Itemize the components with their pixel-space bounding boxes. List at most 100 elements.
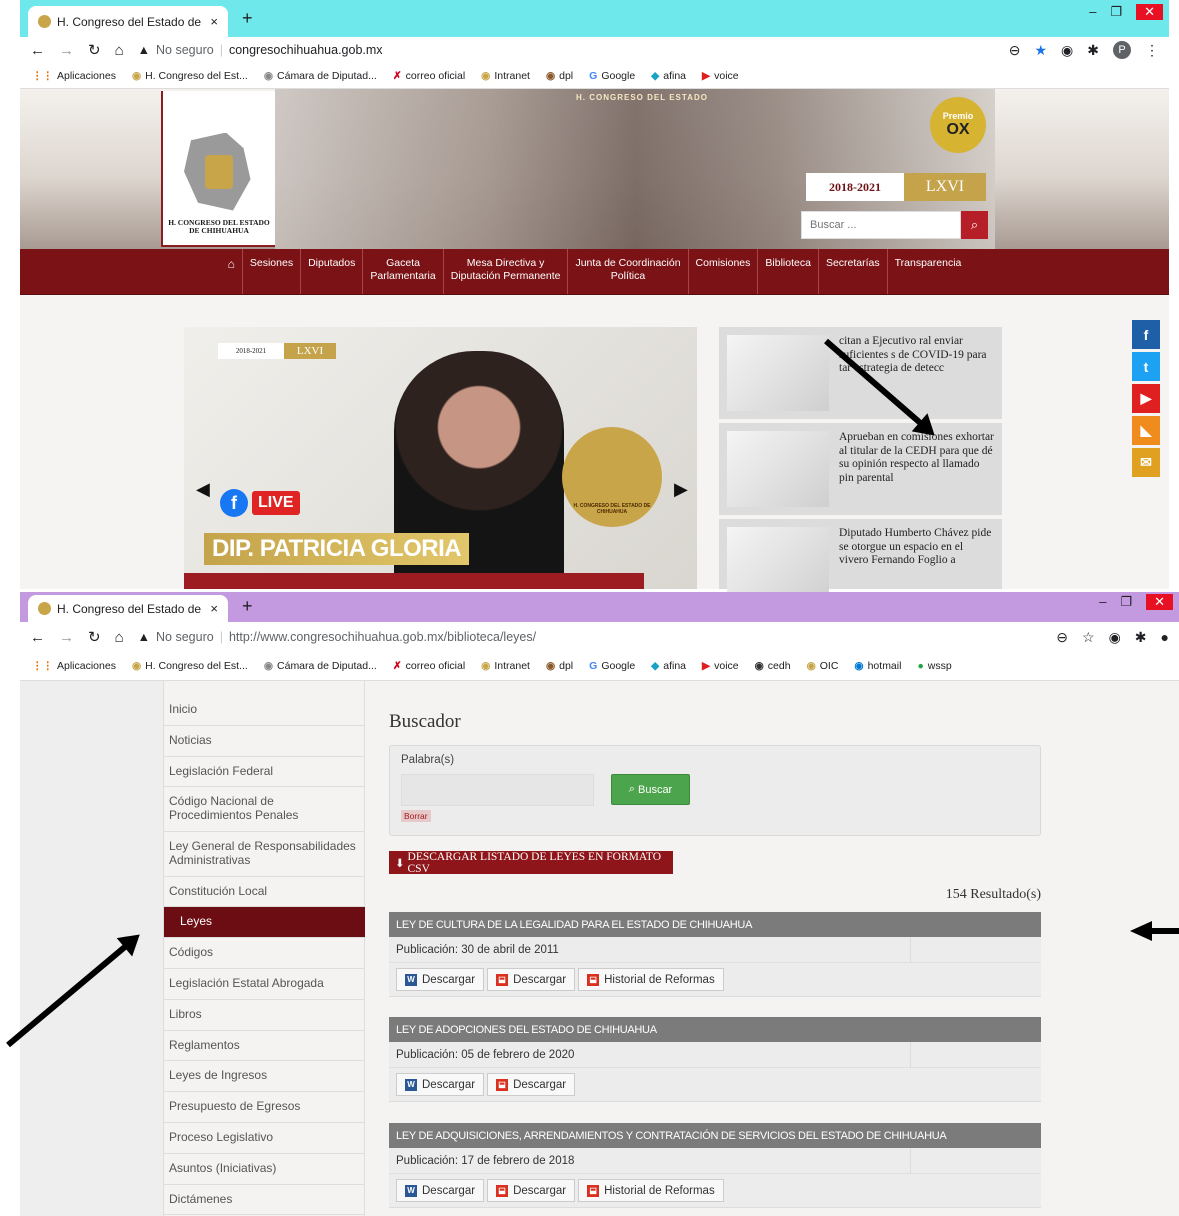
browser-tab[interactable]: H. Congreso del Estado de Chihu ×: [28, 595, 228, 622]
bookmark-item[interactable]: ◉ hotmail: [854, 660, 901, 672]
restore-icon[interactable]: ❐: [1110, 4, 1122, 20]
premio-ox-badge[interactable]: Premio OX: [930, 97, 986, 153]
bookmark-item[interactable]: ◉ Intranet: [481, 660, 530, 672]
facebook-icon[interactable]: f: [1132, 320, 1160, 349]
historial-reformas-button[interactable]: ⬓ Historial de Reformas: [578, 968, 724, 991]
tab-close-icon[interactable]: ×: [210, 14, 218, 29]
sidebar-item[interactable]: Noticias: [164, 726, 364, 757]
address-bar[interactable]: ▲ No seguro | congresochihuahua.gob.mx: [138, 43, 995, 57]
back-icon[interactable]: ←: [30, 42, 45, 59]
download-pdf-button[interactable]: ⬓ Descargar: [487, 968, 576, 991]
zoom-icon[interactable]: ⊖: [1056, 629, 1068, 646]
congress-logo[interactable]: H. CONGRESO DEL ESTADO DE CHIHUAHUA: [161, 91, 275, 247]
new-tab-button[interactable]: +: [242, 8, 253, 29]
borrar-button[interactable]: Borrar: [401, 810, 431, 822]
sidebar-item[interactable]: Reglamentos: [164, 1031, 364, 1062]
reload-icon[interactable]: ↻: [88, 41, 101, 59]
bookmark-item[interactable]: ⋮⋮ Aplicaciones: [32, 70, 116, 82]
tab-close-icon[interactable]: ×: [210, 601, 218, 616]
sidebar-item[interactable]: Inicio: [164, 695, 364, 726]
sidebar-item[interactable]: Proceso Legislativo: [164, 1123, 364, 1154]
nav-item[interactable]: Gaceta Parlamentaria: [362, 249, 442, 294]
bookmark-item[interactable]: ✗ correo oficial: [393, 70, 465, 82]
puzzle-icon[interactable]: ✱: [1087, 42, 1099, 59]
sidebar-item[interactable]: Leyes: [164, 907, 365, 939]
historial-reformas-button[interactable]: ⬓ Historial de Reformas: [578, 1179, 724, 1202]
sidebar-item[interactable]: Presupuesto de Egresos: [164, 1092, 364, 1123]
search-button[interactable]: ⌕: [961, 211, 988, 239]
slider-prev-icon[interactable]: ◀: [196, 479, 210, 500]
bookmark-item[interactable]: ✗ correo oficial: [393, 660, 465, 672]
address-bar[interactable]: ▲ No seguro | http://www.congresochihuah…: [138, 630, 1043, 644]
law-title[interactable]: LEY DE ADQUISICIONES, ARRENDAMIENTOS Y C…: [389, 1123, 1041, 1148]
bookmark-star-icon[interactable]: ☆: [1082, 629, 1095, 646]
profile-icon[interactable]: ●: [1161, 629, 1169, 645]
sidebar-item[interactable]: Legislación Estatal Abrogada: [164, 969, 364, 1000]
puzzle-icon[interactable]: ✱: [1135, 629, 1147, 646]
bookmark-item[interactable]: G Google: [589, 70, 635, 82]
download-word-button[interactable]: W Descargar: [396, 968, 485, 991]
restore-icon[interactable]: ❐: [1120, 594, 1132, 610]
bookmark-item[interactable]: ▶ voice: [702, 660, 739, 672]
forward-icon[interactable]: →: [59, 629, 74, 646]
download-word-button[interactable]: W Descargar: [396, 1073, 485, 1096]
home-icon[interactable]: ⌂: [115, 629, 124, 646]
rss-icon[interactable]: ◣: [1132, 416, 1160, 445]
slider-next-icon[interactable]: ▶: [674, 479, 688, 500]
bookmark-star-icon[interactable]: ★: [1034, 42, 1047, 59]
bookmark-item[interactable]: ◉ Cámara de Diputad...: [264, 70, 377, 82]
sidebar-item[interactable]: Código Nacional de Procedimientos Penale…: [164, 787, 364, 832]
bookmark-item[interactable]: ◉ cedh: [755, 660, 791, 672]
bookmark-item[interactable]: ● wssp: [917, 660, 951, 672]
bookmark-item[interactable]: ◉ Cámara de Diputad...: [264, 660, 377, 672]
browser-tab[interactable]: H. Congreso del Estado de Chihu ×: [28, 6, 228, 37]
sidebar-item[interactable]: Libros: [164, 1000, 364, 1031]
site-search-input[interactable]: [801, 211, 961, 239]
sidebar-item[interactable]: Leyes de Ingresos: [164, 1061, 364, 1093]
sidebar-item[interactable]: Asuntos (Iniciativas): [164, 1154, 364, 1185]
bookmark-item[interactable]: ◉ OIC: [807, 660, 839, 672]
palabras-input[interactable]: [401, 774, 594, 806]
youtube-icon[interactable]: ▶: [1132, 384, 1160, 413]
bookmark-item[interactable]: ◆ afina: [651, 70, 686, 82]
extension-icon[interactable]: ◉: [1061, 42, 1073, 59]
sidebar-item[interactable]: Legislación Federal: [164, 757, 364, 788]
nav-item[interactable]: Junta de Coordinación Política: [567, 249, 687, 294]
sidebar-item[interactable]: Códigos: [164, 938, 364, 969]
minimize-icon[interactable]: –: [1099, 594, 1106, 610]
forward-icon[interactable]: →: [59, 42, 74, 59]
home-icon[interactable]: ⌂: [115, 42, 124, 59]
bookmark-item[interactable]: ⋮⋮ Aplicaciones: [32, 660, 116, 672]
back-icon[interactable]: ←: [30, 629, 45, 646]
minimize-icon[interactable]: –: [1089, 4, 1096, 20]
download-word-button[interactable]: W Descargar: [396, 1179, 485, 1202]
download-pdf-button[interactable]: ⬓ Descargar: [487, 1073, 576, 1096]
law-title[interactable]: LEY DE CULTURA DE LA LEGALIDAD PARA EL E…: [389, 912, 1041, 937]
nav-item[interactable]: Comisiones: [687, 249, 758, 294]
nav-item[interactable]: Mesa Directiva y Diputación Permanente: [442, 249, 568, 294]
bookmark-item[interactable]: ▶ voice: [702, 70, 739, 82]
zoom-icon[interactable]: ⊖: [1009, 42, 1021, 59]
bookmark-item[interactable]: ◉ dpl: [546, 660, 573, 672]
bookmark-item[interactable]: ◉ dpl: [546, 70, 573, 82]
news-card[interactable]: Diputado Humberto Chávez pide se otorgue…: [719, 519, 1002, 592]
profile-avatar[interactable]: P: [1113, 41, 1131, 59]
nav-home-icon[interactable]: ⌂: [221, 249, 242, 294]
reload-icon[interactable]: ↻: [88, 628, 101, 646]
twitter-icon[interactable]: t: [1132, 352, 1160, 381]
sidebar-item[interactable]: Dictámenes: [164, 1185, 364, 1216]
mail-icon[interactable]: ✉: [1132, 448, 1160, 477]
nav-item[interactable]: Secretarías: [817, 249, 887, 294]
bookmark-item[interactable]: ◉ Intranet: [481, 70, 530, 82]
news-slider[interactable]: 2018-2021 LXVI H. CONGRESO DEL ESTADO DE…: [184, 327, 697, 589]
close-window-icon[interactable]: ✕: [1136, 4, 1163, 20]
bookmark-item[interactable]: G Google: [589, 660, 635, 672]
bookmark-item[interactable]: ◆ afina: [651, 660, 686, 672]
extension-icon[interactable]: ◉: [1109, 629, 1121, 646]
new-tab-button[interactable]: +: [242, 596, 253, 617]
sidebar-item[interactable]: Constitución Local: [164, 877, 364, 908]
sidebar-item[interactable]: Ley General de Responsabilidades Adminis…: [164, 832, 364, 877]
nav-item[interactable]: Sesiones: [241, 249, 300, 294]
download-pdf-button[interactable]: ⬓ Descargar: [487, 1179, 576, 1202]
nav-item[interactable]: Diputados: [300, 249, 362, 294]
